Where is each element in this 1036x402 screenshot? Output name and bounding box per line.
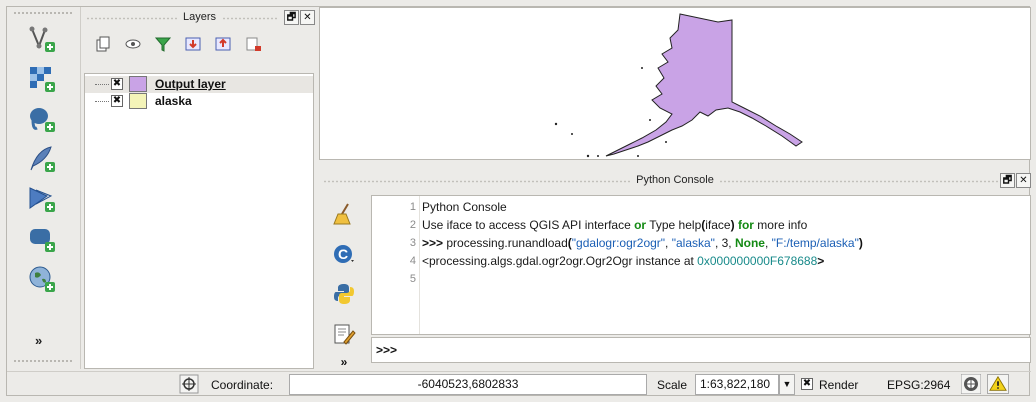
toggle-extents-mouse-icon[interactable] [179, 374, 199, 394]
run-command-button[interactable] [331, 281, 357, 307]
clear-console-button[interactable] [331, 201, 357, 227]
map-canvas[interactable] [319, 7, 1031, 160]
coordinate-field[interactable]: -6040523,6802833 [289, 374, 647, 395]
layer-color-swatch [129, 76, 147, 92]
postgis-elephant-icon [30, 108, 55, 132]
render-checkbox[interactable]: ✖ [801, 378, 813, 390]
filter-funnel-icon [154, 37, 172, 52]
python-console-panel: Python Console 🗗 ✕ C » 1 Python Console … [319, 167, 1031, 369]
console-close-button[interactable]: ✕ [1016, 173, 1031, 188]
scale-input[interactable]: 1:63,822,180 [695, 374, 779, 395]
broom-icon [333, 203, 351, 225]
warning-icon [989, 375, 1007, 391]
collapse-all-button[interactable] [212, 33, 234, 55]
add-spatialite-layer-button[interactable] [24, 223, 60, 255]
layer-visibility-checkbox[interactable]: ✖ [111, 95, 123, 107]
console-output[interactable]: 1 Python Console 2 Use iface to access Q… [371, 195, 1031, 335]
eye-icon [125, 39, 141, 49]
qgis-window: » Layers 🗗 ✕ ✖ Output layer ✖ alaska Pyt… [6, 6, 1031, 397]
layers-close-button[interactable]: ✕ [300, 10, 315, 25]
expand-all-icon [185, 37, 201, 51]
add-delimited-text-layer-button[interactable] [24, 143, 60, 175]
add-raster-layer-button[interactable] [24, 63, 60, 95]
layers-float-button[interactable]: 🗗 [284, 10, 299, 25]
layers-toolbar [82, 29, 317, 59]
crs-globe-icon[interactable] [961, 374, 981, 394]
layers-panel: Layers 🗗 ✕ ✖ Output layer ✖ alaska [82, 7, 317, 369]
remove-layer-button[interactable] [242, 33, 264, 55]
layer-label: alaska [155, 94, 192, 108]
line-number: 3 [409, 237, 416, 249]
console-prompt: >>> [376, 343, 398, 357]
layer-tree: ✖ Output layer ✖ alaska [84, 73, 314, 369]
console-title: Python Console [630, 174, 720, 186]
scale-dropdown-button[interactable]: ▼ [779, 374, 795, 395]
line-number: 2 [409, 219, 416, 231]
add-vector-layer-icon [29, 26, 55, 52]
wms-layers-icon [29, 187, 55, 212]
layers-panel-title: Layers [176, 11, 223, 23]
remove-layer-icon [246, 37, 261, 51]
svg-text:C: C [338, 246, 348, 262]
class-c-icon: C [334, 245, 354, 263]
layer-label: Output layer [155, 77, 226, 91]
show-editor-button[interactable] [331, 321, 357, 347]
status-bar: Coordinate: -6040523,6802833 Scale 1:63,… [7, 371, 1031, 397]
add-wms-layer-button[interactable] [24, 183, 60, 215]
add-vector-layer-button[interactable] [24, 23, 60, 55]
add-group-button[interactable] [92, 33, 114, 55]
messages-button[interactable] [987, 374, 1009, 394]
layers-panel-titlebar[interactable]: Layers 🗗 ✕ [82, 9, 317, 27]
line-number: 5 [409, 273, 416, 285]
crs-status-button[interactable]: EPSG:2964 [887, 378, 950, 392]
import-class-button[interactable]: C [331, 241, 357, 267]
filter-legend-button[interactable] [152, 33, 174, 55]
scale-label: Scale [657, 378, 688, 392]
layer-visibility-checkbox[interactable]: ✖ [111, 78, 123, 90]
add-group-icon [96, 36, 110, 52]
add-raster-layer-icon [30, 67, 55, 92]
layer-row-alaska[interactable]: ✖ alaska [85, 93, 313, 110]
console-float-button[interactable]: 🗗 [1000, 173, 1015, 188]
line-number: 1 [409, 201, 416, 213]
manage-visibility-button[interactable] [122, 33, 144, 55]
console-side-toolbar: C » [319, 195, 367, 369]
python-logo-icon [334, 284, 354, 304]
add-wcs-layer-button[interactable] [24, 263, 60, 295]
editor-pencil-icon [334, 324, 356, 345]
globe-icon [29, 266, 55, 292]
toolbar-more-chevron[interactable]: » [35, 333, 42, 348]
console-input[interactable]: >>> [371, 337, 1031, 363]
alaska-map-shape [554, 13, 803, 158]
spatialite-db-icon [30, 229, 55, 252]
render-label: Render [819, 378, 859, 392]
add-postgis-layer-button[interactable] [24, 103, 60, 135]
collapse-all-icon [215, 37, 231, 51]
layer-color-swatch [129, 93, 147, 109]
line-number: 4 [409, 255, 416, 267]
coordinate-label: Coordinate: [211, 378, 274, 392]
toolbar-grip[interactable] [13, 11, 74, 15]
console-titlebar[interactable]: Python Console 🗗 ✕ [319, 171, 1031, 189]
layer-toolbar: » [7, 7, 81, 369]
feather-icon [30, 146, 55, 172]
expand-all-button[interactable] [182, 33, 204, 55]
layer-row-output-layer[interactable]: ✖ Output layer [85, 76, 313, 93]
toolbar-grip-bottom [13, 359, 74, 363]
